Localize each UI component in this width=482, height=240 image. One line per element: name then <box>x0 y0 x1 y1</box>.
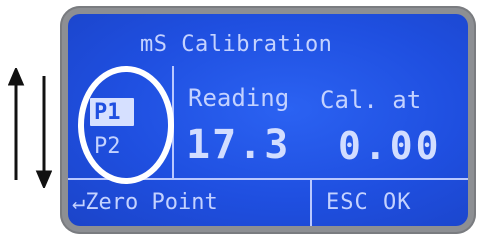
screen-title: mS Calibration <box>140 32 333 57</box>
esc-ok-softkey[interactable]: ESC OK <box>326 190 411 215</box>
cal-at-label: Cal. at <box>320 86 422 114</box>
up-down-arrows-icon <box>8 68 52 188</box>
zero-point-softkey[interactable]: ↵Zero Point <box>72 190 218 215</box>
footer-vertical-divider <box>310 178 312 226</box>
cal-at-value: 0.00 <box>338 124 442 168</box>
reading-label: Reading <box>188 84 290 112</box>
reading-value: 17.3 <box>186 122 291 168</box>
highlight-circle <box>78 66 174 184</box>
